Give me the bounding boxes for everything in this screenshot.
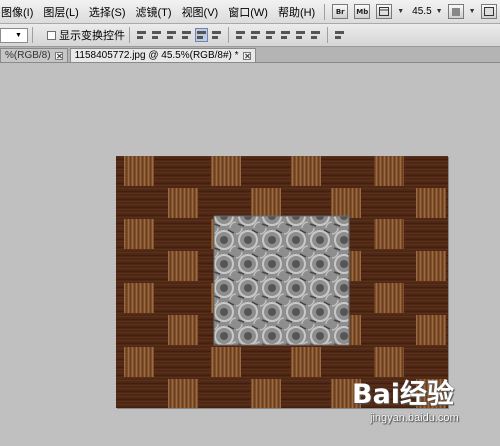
options-separator <box>327 27 328 43</box>
close-icon[interactable] <box>242 51 251 60</box>
align-vcenter-icon[interactable] <box>151 29 162 41</box>
bridge-button[interactable]: Br <box>332 4 349 19</box>
menu-window[interactable]: 窗口(W) <box>223 4 273 20</box>
wood-strip-tile <box>168 315 198 345</box>
menu-image[interactable]: 图像(I) <box>0 4 38 20</box>
menu-filter[interactable]: 滤镜(T) <box>131 4 177 20</box>
wood-strip-tile <box>291 347 321 377</box>
tool-preset-chevron-down-icon[interactable]: ▼ <box>10 27 28 43</box>
distribute-bottom-icon[interactable] <box>265 29 276 41</box>
tool-preset-field[interactable] <box>0 27 10 43</box>
wood-strip-tile <box>416 188 446 218</box>
align-hcenter-icon[interactable] <box>195 28 208 42</box>
wood-strip-tile <box>374 219 404 249</box>
wood-strip-tile <box>124 219 154 249</box>
options-separator <box>32 27 33 43</box>
view-extras-icon[interactable] <box>376 4 393 19</box>
wood-strip-tile <box>416 251 446 281</box>
wood-strip-tile <box>124 156 154 186</box>
wood-strip-tile <box>211 347 241 377</box>
menu-bar: 图像(I) 图层(L) 选择(S) 滤镜(T) 视图(V) 窗口(W) 帮助(H… <box>0 0 500 24</box>
distribute-vcenter-icon[interactable] <box>250 29 261 41</box>
wood-strip-tile <box>416 315 446 345</box>
watermark-logo-text: Bai经验 <box>352 379 455 410</box>
center-lace-panel <box>214 216 349 345</box>
align-right-icon[interactable] <box>211 29 222 41</box>
tab-document-2[interactable]: 1158405772.jpg @ 45.5%(RGB/8#) * <box>69 48 256 62</box>
menu-separator <box>324 3 326 20</box>
wood-strip-tile <box>168 251 198 281</box>
wood-strip-tile <box>168 188 198 218</box>
distribute-hcenter-icon[interactable] <box>295 29 306 41</box>
distribute-right-icon[interactable] <box>310 29 321 41</box>
wood-strip-tile <box>211 156 241 186</box>
wood-strip-tile <box>251 188 281 218</box>
show-transform-checkbox[interactable] <box>47 30 56 40</box>
options-bar: ▼ 显示变换控件 <box>0 24 500 47</box>
wood-strip-tile <box>124 347 154 377</box>
wood-strip-tile <box>374 283 404 313</box>
align-bottom-icon[interactable] <box>166 29 177 41</box>
options-separator <box>129 27 130 43</box>
wood-strip-tile <box>251 379 281 408</box>
menu-select[interactable]: 选择(S) <box>84 4 131 20</box>
screen-mode-icon[interactable] <box>480 4 497 19</box>
tab-label: %(RGB/8) <box>5 50 51 61</box>
menu-help[interactable]: 帮助(H) <box>273 4 320 20</box>
tab-document-1[interactable]: %(RGB/8) <box>0 48 68 62</box>
hand-tool-icon[interactable] <box>447 4 464 19</box>
document-tab-bar: %(RGB/8) 1158405772.jpg @ 45.5%(RGB/8#) … <box>0 47 500 63</box>
close-icon[interactable] <box>54 51 63 60</box>
wood-strip-tile <box>124 283 154 313</box>
show-transform-label: 显示变换控件 <box>59 30 125 42</box>
chevron-down-icon[interactable]: ▼ <box>397 8 404 15</box>
wood-strip-tile <box>374 156 404 186</box>
baidu-jingyan-watermark: Bai经验 jingyan.baidu.com <box>352 370 498 436</box>
watermark-url: jingyan.baidu.com <box>370 412 459 424</box>
menu-view[interactable]: 视图(V) <box>177 4 224 20</box>
align-left-icon[interactable] <box>181 29 192 41</box>
mini-bridge-button[interactable]: Mb <box>354 4 371 19</box>
arrange-chevron-down-icon[interactable]: ▼ <box>469 8 476 15</box>
wood-strip-tile <box>291 156 321 186</box>
wood-strip-tile <box>168 379 198 408</box>
tab-label: 1158405772.jpg @ 45.5%(RGB/8#) * <box>74 50 239 61</box>
distribute-left-icon[interactable] <box>280 29 291 41</box>
wood-strip-tile <box>331 188 361 218</box>
menu-layer[interactable]: 图层(L) <box>38 4 83 20</box>
options-separator <box>228 27 229 43</box>
align-top-icon[interactable] <box>136 29 147 41</box>
distribute-top-icon[interactable] <box>235 29 246 41</box>
zoom-chevron-down-icon[interactable]: ▼ <box>436 8 443 15</box>
auto-align-icon[interactable] <box>334 29 345 41</box>
zoom-level[interactable]: 45.5 <box>412 6 431 17</box>
